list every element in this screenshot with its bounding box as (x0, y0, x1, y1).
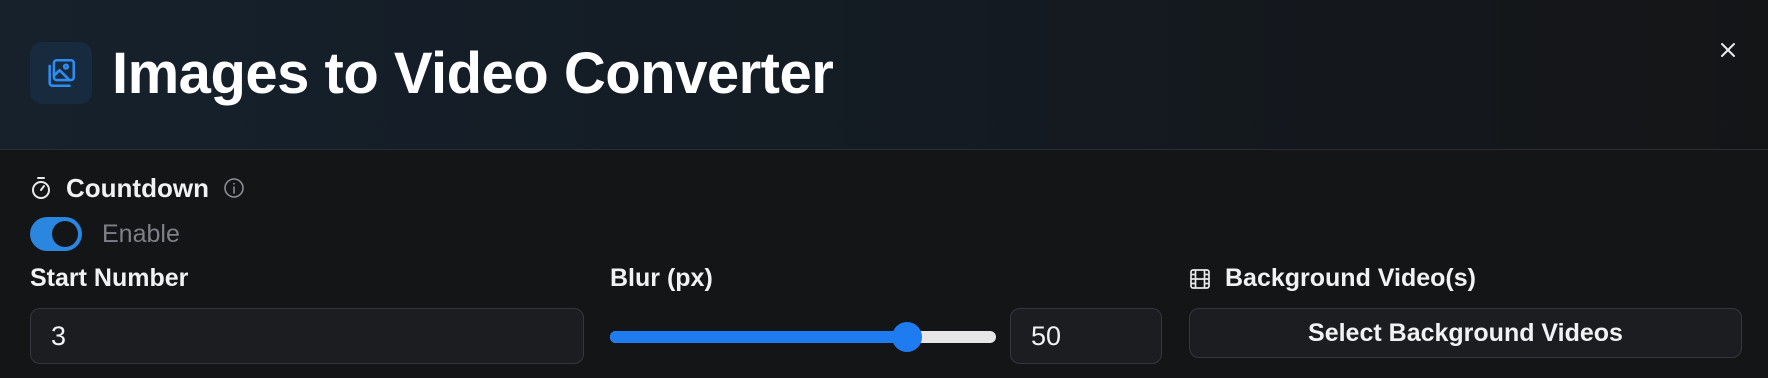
film-icon (1189, 268, 1211, 290)
countdown-section-header: Countdown (30, 172, 245, 204)
slider-thumb[interactable] (892, 322, 923, 352)
header: Images to Video Converter (0, 0, 1768, 150)
page-title: Images to Video Converter (112, 41, 834, 106)
info-icon[interactable] (223, 177, 245, 199)
select-background-videos-button[interactable]: Select Background Videos (1189, 308, 1742, 358)
start-number-input[interactable]: 3 (30, 308, 584, 364)
enable-toggle-row: Enable (30, 216, 180, 252)
toggle-knob (52, 221, 78, 247)
blur-label: Blur (px) (610, 264, 713, 292)
background-video-label-row: Background Video(s) (1189, 264, 1476, 293)
converter-window: Images to Video Converter Countdown Enab… (0, 0, 1768, 378)
slider-fill (610, 331, 908, 343)
enable-toggle[interactable] (30, 217, 82, 251)
images-stack-icon (30, 42, 92, 104)
close-icon[interactable] (1714, 36, 1742, 64)
countdown-section-title: Countdown (66, 172, 209, 203)
stopwatch-icon (30, 176, 52, 200)
blur-value-input[interactable]: 50 (1010, 308, 1162, 364)
start-number-label: Start Number (30, 264, 189, 292)
background-video-label: Background Video(s) (1225, 264, 1476, 292)
blur-slider[interactable] (610, 322, 996, 352)
start-number-value: 3 (51, 320, 67, 351)
enable-label: Enable (102, 219, 180, 248)
blur-value: 50 (1031, 320, 1062, 351)
